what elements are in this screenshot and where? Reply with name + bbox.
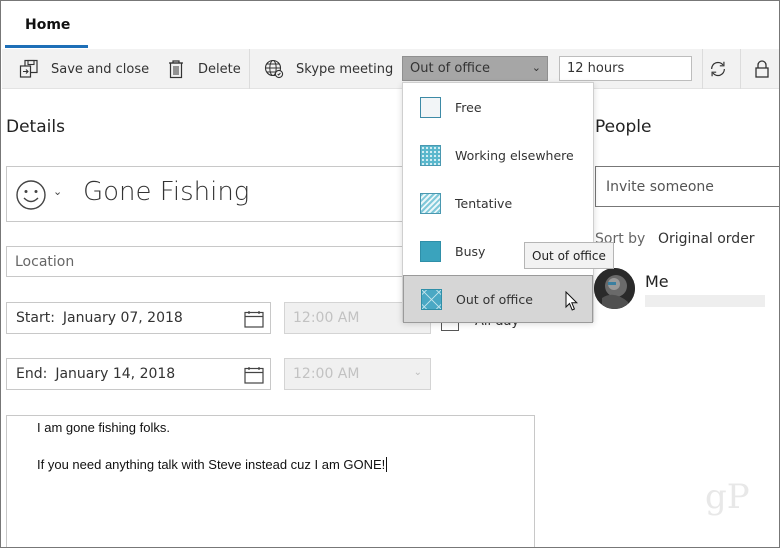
event-notes-editor[interactable]: I am gone fishing folks. If you need any…: [6, 415, 535, 547]
free-swatch-icon: [420, 96, 441, 118]
repeat-button[interactable]: [708, 49, 740, 89]
save-and-close-button[interactable]: Save and close: [19, 49, 149, 89]
notes-line: If you need anything talk with Steve ins…: [37, 457, 388, 472]
end-date-picker[interactable]: End: January 14, 2018: [6, 358, 271, 390]
tab-active-indicator: [5, 45, 88, 48]
working-elsewhere-swatch-icon: [420, 144, 441, 166]
show-as-select[interactable]: Out of office ⌄: [402, 56, 548, 81]
emoji-icon[interactable]: [15, 179, 47, 215]
toolbar-divider: [702, 49, 703, 89]
start-date-picker[interactable]: Start: January 07, 2018: [6, 302, 271, 334]
details-heading: Details: [6, 117, 65, 137]
end-label: End:: [16, 366, 48, 382]
avatar: [594, 268, 635, 309]
chevron-down-icon: ⌄: [413, 367, 422, 378]
menu-item-label: Tentative: [455, 195, 513, 211]
calendar-icon[interactable]: [244, 366, 264, 388]
chevron-down-icon[interactable]: ⌄: [53, 185, 62, 198]
show-as-menu: Free Working elsewhere Tentative Busy Ou…: [402, 82, 594, 323]
tooltip: Out of office: [524, 242, 614, 269]
tentative-swatch-icon: [420, 192, 441, 214]
skype-meeting-label: Skype meeting: [296, 61, 394, 77]
trash-icon: [166, 59, 186, 79]
out-of-office-swatch-icon: [421, 288, 442, 310]
location-placeholder: Location: [15, 253, 75, 270]
attendee-name: Me: [645, 272, 669, 291]
lock-icon: [752, 59, 772, 79]
skype-meeting-button[interactable]: Skype meeting: [264, 49, 393, 89]
invite-input[interactable]: Invite someone: [595, 166, 779, 207]
menu-item-label: Busy: [455, 243, 486, 259]
event-window: Home Save and close Delete Skype meeting: [0, 0, 780, 548]
save-and-close-label: Save and close: [51, 61, 150, 77]
menu-item-label: Out of office: [456, 291, 533, 307]
reminder-select[interactable]: 12 hours: [559, 56, 692, 81]
watermark-logo: gP: [705, 477, 750, 517]
delete-button[interactable]: Delete: [166, 49, 241, 89]
attendee-email-redacted: [645, 295, 765, 307]
menu-item-label: Working elsewhere: [455, 147, 574, 163]
event-title-text: Gone Fishing: [83, 177, 250, 207]
skype-globe-icon: [264, 59, 284, 79]
toolbar-divider: [249, 49, 250, 89]
notes-line-text: If you need anything talk with Steve ins…: [37, 457, 386, 472]
sort-order-select[interactable]: Original order: [658, 231, 755, 247]
tab-home[interactable]: Home: [25, 17, 70, 33]
start-label: Start:: [16, 310, 55, 326]
private-lock-button[interactable]: [752, 49, 779, 89]
start-date-value: January 07, 2018: [62, 310, 183, 326]
end-date-value: January 14, 2018: [55, 366, 176, 382]
text-caret: [386, 457, 388, 472]
end-time-select[interactable]: 12:00 AM ⌄: [284, 358, 431, 390]
location-input[interactable]: Location: [6, 246, 426, 277]
menu-item-tentative[interactable]: Tentative: [403, 179, 593, 227]
notes-line: I am gone fishing folks.: [37, 420, 170, 435]
menu-item-working-elsewhere[interactable]: Working elsewhere: [403, 131, 593, 179]
end-time-value: 12:00 AM: [293, 366, 360, 382]
menu-item-label: Free: [455, 99, 482, 115]
start-time-value: 12:00 AM: [293, 310, 360, 326]
people-heading: People: [595, 117, 652, 137]
mouse-cursor-icon: [565, 290, 579, 316]
invite-placeholder: Invite someone: [606, 178, 714, 195]
refresh-icon: [708, 59, 728, 79]
save-icon: [19, 59, 39, 79]
chevron-down-icon: ⌄: [531, 61, 541, 74]
toolbar-divider: [740, 49, 741, 89]
show-as-value: Out of office: [410, 61, 491, 76]
busy-swatch-icon: [420, 240, 441, 262]
event-title-field[interactable]: ⌄ Gone Fishing: [6, 166, 426, 222]
delete-label: Delete: [198, 61, 241, 77]
menu-item-free[interactable]: Free: [403, 83, 593, 131]
calendar-icon[interactable]: [244, 310, 264, 332]
reminder-value: 12 hours: [567, 61, 625, 76]
